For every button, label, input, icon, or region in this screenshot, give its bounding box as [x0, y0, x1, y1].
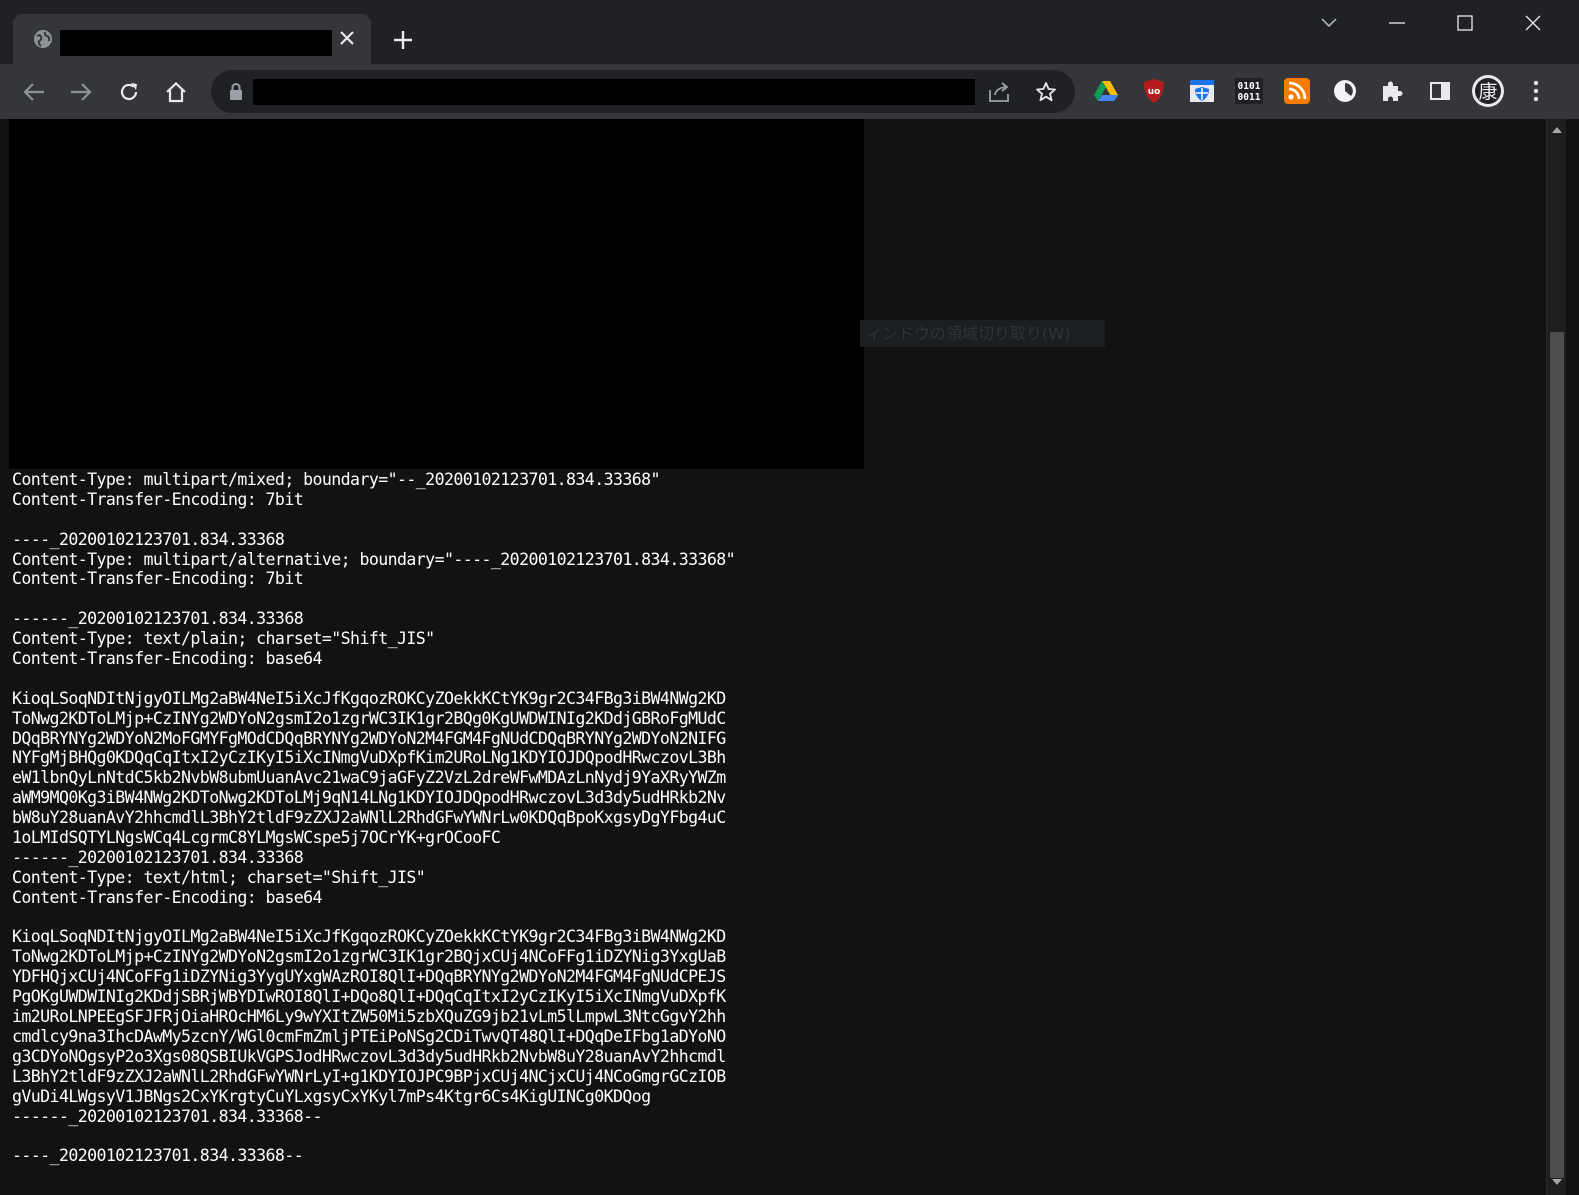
minimize-icon[interactable]: [1379, 8, 1415, 38]
email-line: bW8uY28uanAvY2hhcmdlL3BhY2tldF9zZXJ2aWNl…: [12, 808, 726, 828]
close-window-icon[interactable]: [1515, 8, 1551, 38]
email-line: ------_20200102123701.834.33368: [12, 847, 304, 867]
vertical-scrollbar[interactable]: [1546, 119, 1566, 1195]
email-line: aWM9MQ0Kg3iBW4NWg2KDToNwg2KDToLMj9qN14LN…: [12, 788, 726, 808]
email-line: g3CDYoNOgsyP2o3Xgs08QSBIUkVGPSJodHRwczov…: [12, 1046, 726, 1066]
ghost-overlay-text: ィンドウの領域切り取り(W): [860, 320, 1105, 347]
email-line: PgOKgUWDWINIg2KDdjSBRjWBYDIwROI8QlI+DQo8…: [12, 987, 726, 1007]
email-line: Content-Type: multipart/mixed; boundary=…: [12, 470, 661, 489]
chevron-down-icon[interactable]: [1311, 8, 1347, 38]
browser-tab[interactable]: [13, 14, 371, 64]
email-line: 1oLMIdSQTYLNgsWCq4LcgrmC8YLMgsWCspe5j7OC…: [12, 828, 501, 848]
email-line: KioqLSoqNDItNjgyOILMg2aBW4NeI5iXcJfKgqoz…: [12, 688, 726, 708]
email-line: Content-Transfer-Encoding: 7bit: [12, 569, 304, 589]
email-line: Content-Transfer-Encoding: base64: [12, 649, 322, 669]
maximize-icon[interactable]: [1447, 8, 1483, 38]
forward-arrow-icon[interactable]: [64, 75, 98, 109]
svg-text:uo: uo: [1148, 87, 1161, 97]
email-line: [12, 1126, 792, 1146]
email-line: Content-Type: multipart/alternative; bou…: [12, 549, 736, 569]
ublock-icon[interactable]: uo: [1139, 76, 1169, 106]
email-line: NYFgMjBHQg0KDQqCqItxI2yCzIKyI5iXcINmgVuD…: [12, 748, 726, 768]
email-line: ----_20200102123701.834.33368--: [12, 1146, 304, 1166]
email-line: YDFHQjxCUj4NCoFFg1iDZYNig3YygUYxgWAzROI8…: [12, 967, 726, 987]
clock-icon[interactable]: [1330, 76, 1360, 106]
email-line: Content-Type: text/html; charset="Shift_…: [12, 867, 426, 887]
share-icon[interactable]: [985, 78, 1013, 106]
redacted-header-block: [9, 119, 864, 469]
email-line: [12, 669, 792, 689]
tab-title-redacted: [60, 30, 332, 56]
new-tab-plus-icon[interactable]: [389, 26, 417, 54]
tab-strip: [0, 0, 1579, 64]
email-line: ----_20200102123701.834.33368: [12, 529, 285, 549]
scrollbar-thumb[interactable]: [1550, 332, 1564, 1178]
email-line: cmdlcy9na3IhcDAwMy5zcnY/WGl0cmFmZmljPTEi…: [12, 1026, 726, 1046]
puzzle-icon[interactable]: [1377, 76, 1407, 106]
email-line: Content-Type: text/plain; charset="Shift…: [12, 629, 435, 649]
email-line: KioqLSoqNDItNjgyOILMg2aBW4NeI5iXcJfKgqoz…: [12, 927, 726, 947]
star-icon[interactable]: [1032, 78, 1060, 106]
browser-toolbar: uo 0101 0011 康: [0, 64, 1579, 119]
scroll-down-arrow-icon[interactable]: [1547, 1175, 1567, 1189]
email-line: [12, 589, 792, 609]
email-line: DQqBRYNYg2WDYoN2MoFGMYFgMOdCDQqBRYNYg2WD…: [12, 728, 726, 748]
binary-icon[interactable]: 0101 0011: [1234, 76, 1264, 106]
email-line: Content-Transfer-Encoding: base64: [12, 887, 322, 907]
svg-text:0101: 0101: [1238, 81, 1261, 92]
email-line: [12, 510, 792, 530]
page-content: ィンドウの領域切り取り(W) Content-Type: multipart/m…: [0, 119, 1546, 1195]
email-line: ------_20200102123701.834.33368: [12, 609, 304, 629]
tab-close-icon[interactable]: [335, 26, 359, 50]
address-bar[interactable]: [211, 70, 1075, 113]
scroll-up-arrow-icon[interactable]: [1547, 123, 1567, 137]
home-icon[interactable]: [159, 75, 193, 109]
email-line: eW1lbnQyLnNtdC5kb2NvbW8ubmUuanAvc21waC9j…: [12, 768, 726, 788]
email-source-text: Content-Type: multipart/mixed; boundary=…: [12, 470, 792, 1166]
url-redacted[interactable]: [253, 79, 975, 105]
reload-icon[interactable]: [112, 75, 146, 109]
lock-icon[interactable]: [227, 82, 245, 102]
email-line: L3BhY2tldF9zZXJ2aWNlL2RhdGFwYWNrLyI+g1KD…: [12, 1066, 726, 1086]
window-edge: [1566, 119, 1579, 1195]
email-line: gVuDi4LWgsyV1JBNgs2CxYKrgtyCuYLxgsyCxYKy…: [12, 1086, 651, 1106]
kebab-menu-icon[interactable]: [1521, 76, 1551, 106]
email-line: ToNwg2KDToLMjp+CzINYg2WDYoN2gsmI2o1zgrWC…: [12, 708, 726, 728]
google-drive-icon[interactable]: [1091, 76, 1121, 106]
web-shield-icon[interactable]: [1187, 76, 1217, 106]
profile-avatar-icon[interactable]: 康: [1471, 74, 1505, 108]
svg-text:0011: 0011: [1238, 92, 1261, 103]
back-arrow-icon[interactable]: [17, 75, 51, 109]
globe-icon: [32, 28, 54, 50]
side-panel-icon[interactable]: [1425, 76, 1455, 106]
email-line: im2URoLNPEEgSFJFRjOiaHROcHM6Ly9wYXItZW50…: [12, 1007, 726, 1027]
email-line: ToNwg2KDToLMjp+CzINYg2WDYoN2gsmI2o1zgrWC…: [12, 947, 726, 967]
email-line: Content-Transfer-Encoding: 7bit: [12, 489, 304, 509]
svg-text:康: 康: [1478, 81, 1497, 103]
email-line: ------_20200102123701.834.33368--: [12, 1106, 322, 1126]
email-line: [12, 908, 792, 928]
rss-icon[interactable]: [1282, 76, 1312, 106]
